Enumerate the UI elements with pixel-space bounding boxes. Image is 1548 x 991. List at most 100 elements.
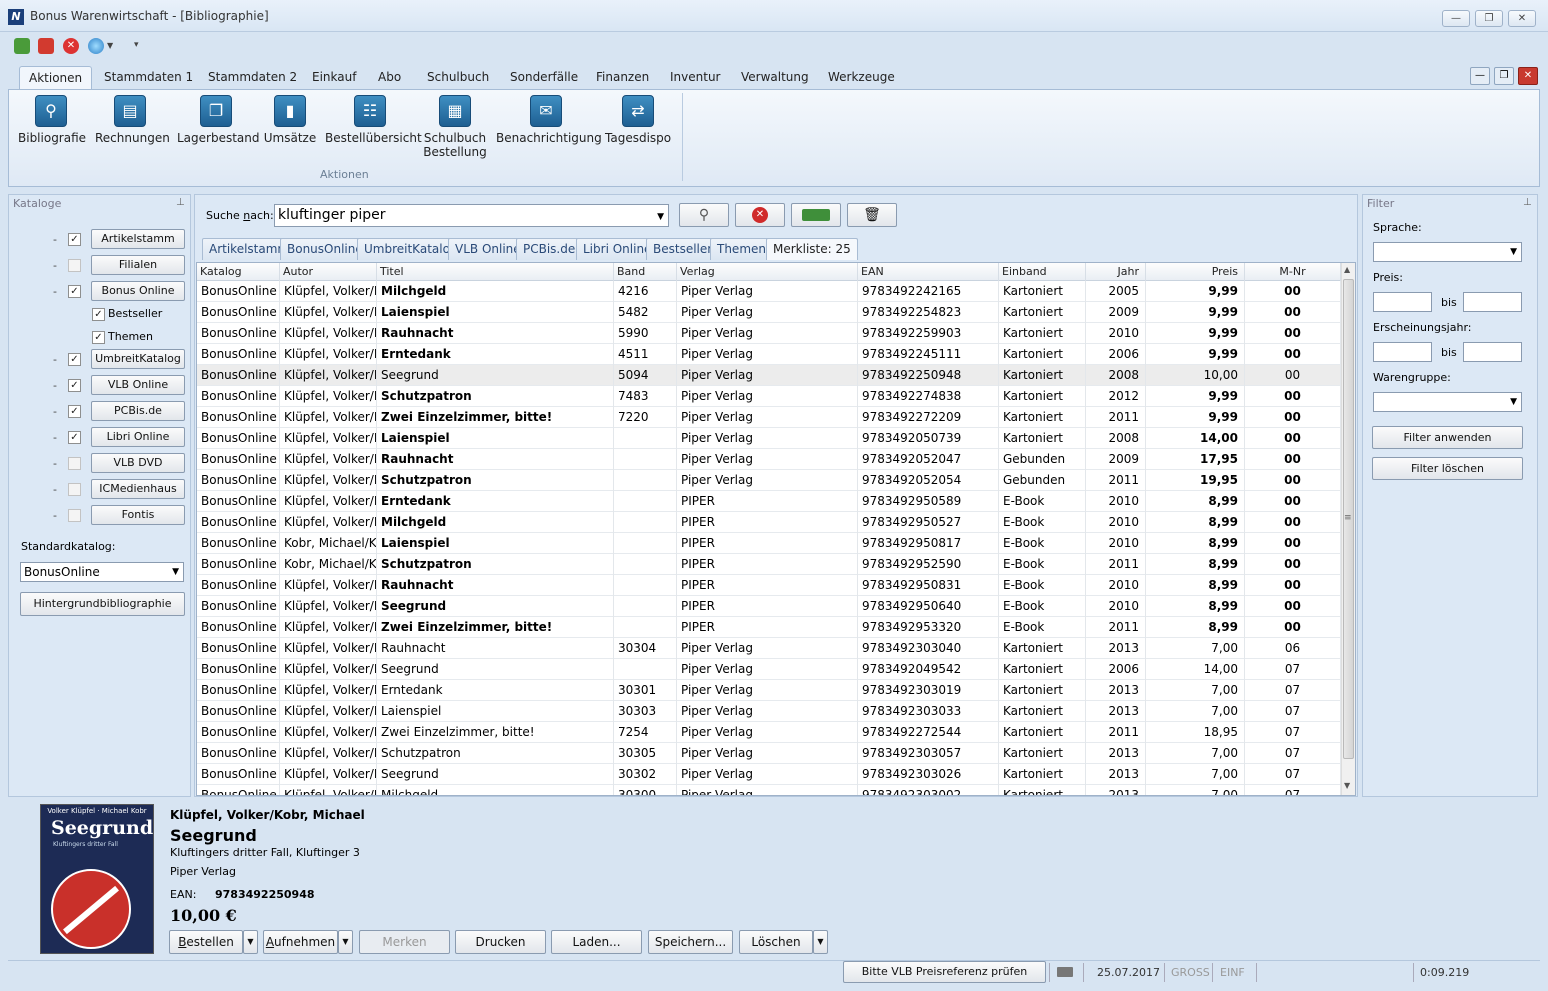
jahr-to-input[interactable] [1463, 342, 1522, 362]
laden-button[interactable]: Laden... [551, 930, 642, 954]
katalog-bonus-online-button[interactable]: Bonus Online [91, 281, 185, 301]
filter-apply-button[interactable]: Filter anwenden [1372, 426, 1523, 449]
column-header-band[interactable]: Band [614, 263, 677, 281]
table-row[interactable]: BonusOnlineKlüpfel, Volker/Kobr, Michael… [197, 407, 1341, 428]
tagesdispo-button[interactable]: ⇄ Tagesdispo [605, 95, 671, 145]
icmedienhaus-checkbox[interactable] [68, 483, 81, 496]
chevron-down-icon[interactable]: ▼ [107, 41, 113, 50]
katalog-artikelstamm-button[interactable]: Artikelstamm [91, 229, 185, 249]
katalog-umbreitkatalog-button[interactable]: UmbreitKatalog [91, 349, 185, 369]
themen-checkbox[interactable]: ✓ [92, 331, 105, 344]
results-table[interactable]: Katalog Autor Titel Band Verlag EAN Einband Jah… [196, 262, 1356, 796]
table-row[interactable]: BonusOnlineKlüpfel, Volker/Kobr, Michael… [197, 449, 1341, 470]
column-header-autor[interactable]: Autor [280, 263, 377, 281]
hintergrundbibliographie-button[interactable]: Hintergrundbibliographie [20, 592, 185, 616]
merken-button[interactable]: Merken [359, 930, 450, 954]
aufnehmen-dropdown[interactable]: ▼ [338, 930, 353, 954]
clear-search-button[interactable]: ✕ [735, 203, 785, 227]
table-row[interactable]: BonusOnlineKlüpfel, Volker/Kobr, Michael… [197, 470, 1341, 491]
preis-from-input[interactable] [1373, 292, 1432, 312]
column-header-katalog[interactable]: Katalog [197, 263, 280, 281]
bestseller-checkbox[interactable]: ✓ [92, 308, 105, 321]
column-header-m-nr[interactable]: M-Nr [1245, 263, 1341, 281]
katalog-filialen-button[interactable]: Filialen [91, 255, 185, 275]
rechnungen-button[interactable]: ▤ Rechnungen [95, 95, 170, 145]
tab-schulbuch[interactable]: Schulbuch [418, 66, 498, 90]
lagerbestand-button[interactable]: ❐ Lagerbestand [177, 95, 260, 145]
table-row[interactable]: BonusOnlineKlüpfel, Volker/Kobr, Michael… [197, 701, 1341, 722]
tab-abo[interactable]: Abo [369, 66, 410, 90]
bestelluebersicht-button[interactable]: ☷ Bestellübersicht [325, 95, 422, 145]
refresh-icon[interactable] [14, 38, 30, 54]
column-header-verlag[interactable]: Verlag [677, 263, 858, 281]
benachrichtigung-button[interactable]: ✉ Benachrichtigung [496, 95, 602, 145]
tab-sonderfaelle[interactable]: Sonderfälle [501, 66, 587, 90]
tab-bestseller[interactable]: Bestseller [646, 238, 720, 260]
column-header-jahr[interactable]: Jahr [1086, 263, 1146, 281]
tab-inventur[interactable]: Inventur [661, 66, 729, 90]
warengruppe-select[interactable]: ▼ [1373, 392, 1522, 412]
katalog-icmedienhaus-button[interactable]: ICMedienhaus [91, 479, 185, 499]
table-row[interactable]: BonusOnlineKlüpfel, Volker/Kobr, Michael… [197, 680, 1341, 701]
pin-icon[interactable]: ⊥ [176, 197, 185, 208]
transfer-button[interactable] [791, 203, 841, 227]
pcbis-de-checkbox[interactable]: ✓ [68, 405, 81, 418]
table-row[interactable]: BonusOnlineKlüpfel, Volker/Kobr, Michael… [197, 323, 1341, 344]
tab-finanzen[interactable]: Finanzen [587, 66, 658, 90]
mdi-restore-button[interactable]: ❐ [1494, 67, 1514, 85]
katalog-fontis-button[interactable]: Fontis [91, 505, 185, 525]
katalog-vlb-online-button[interactable]: VLB Online [91, 375, 185, 395]
table-row[interactable]: BonusOnlineKlüpfel, Volker/Kobr, Michael… [197, 386, 1341, 407]
tab-einkauf[interactable]: Einkauf [303, 66, 365, 90]
table-row[interactable]: BonusOnlineKlüpfel, Volker/Kobr, Michael… [197, 722, 1341, 743]
mdi-close-button[interactable]: ✕ [1518, 67, 1538, 85]
schulbuch-bestellung-button[interactable]: ▦ Schulbuch Bestellung [420, 95, 490, 159]
table-row[interactable]: BonusOnlineKlüpfel, Volker/Kobr, Michael… [197, 428, 1341, 449]
delete-button[interactable]: 🗑 [847, 203, 897, 227]
table-row[interactable]: BonusOnlineKlüpfel, Volker/Kobr, Michael… [197, 365, 1341, 386]
bibliografie-button[interactable]: ⚲ Bibliografie [18, 95, 86, 145]
mdi-minimize-button[interactable]: — [1470, 67, 1490, 85]
table-row[interactable]: BonusOnlineKlüpfel, Volker/Kobr, Michael… [197, 743, 1341, 764]
column-header-preis[interactable]: Preis [1146, 263, 1245, 281]
artikelstamm-checkbox[interactable]: ✓ [68, 233, 81, 246]
vlb-preisreferenz-button[interactable]: Bitte VLB Preisreferenz prüfen [843, 961, 1046, 983]
search-input[interactable]: kluftinger piper ▼ [274, 204, 669, 227]
table-row[interactable]: BonusOnlineKlüpfel, Volker/Kobr, Michael… [197, 596, 1341, 617]
vlb-online-checkbox[interactable]: ✓ [68, 379, 81, 392]
calendar-icon[interactable] [38, 38, 54, 54]
tab-merkliste[interactable]: Merkliste: 25 [766, 238, 858, 260]
umbreitkatalog-checkbox[interactable]: ✓ [68, 353, 81, 366]
table-row[interactable]: BonusOnlineKlüpfel, Volker/Kobr, Michael… [197, 344, 1341, 365]
sprache-select[interactable]: ▼ [1373, 242, 1522, 262]
speichern-button[interactable]: Speichern... [648, 930, 733, 954]
vertical-scrollbar[interactable]: ▲ ≡ ▼ [1341, 263, 1355, 795]
table-row[interactable]: BonusOnlineKlüpfel, Volker/Kobr, Michael… [197, 512, 1341, 533]
bestellen-button[interactable]: Bestellen [169, 930, 243, 954]
filter-clear-button[interactable]: Filter löschen [1372, 457, 1523, 480]
katalog-pcbis-de-button[interactable]: PCBis.de [91, 401, 185, 421]
scroll-down-icon[interactable]: ▼ [1344, 781, 1350, 790]
table-row[interactable]: BonusOnlineKlüpfel, Volker/Kobr, Michael… [197, 302, 1341, 323]
table-row[interactable]: BonusOnlineKlüpfel, Volker/Kobr, Michael… [197, 638, 1341, 659]
tab-werkzeuge[interactable]: Werkzeuge [819, 66, 904, 90]
table-row[interactable]: BonusOnlineKlüpfel, Volker/Kobr, Michael… [197, 659, 1341, 680]
table-row[interactable]: BonusOnlineKobr, Michael/Klüpfel, Volker… [197, 533, 1341, 554]
table-row[interactable]: BonusOnlineKlüpfel, Volker/Kobr, Michael… [197, 281, 1341, 302]
close-button[interactable]: ✕ [1508, 10, 1536, 27]
preis-to-input[interactable] [1463, 292, 1522, 312]
globe-icon[interactable] [88, 38, 104, 54]
table-row[interactable]: BonusOnlineKlüpfel, Volker/Kobr, Michael… [197, 764, 1341, 785]
umsaetze-button[interactable]: ▮ Umsätze [263, 95, 317, 145]
tab-pcbis[interactable]: PCBis.de [516, 238, 583, 260]
aufnehmen-button[interactable]: Aufnehmen [263, 930, 338, 954]
column-header-titel[interactable]: Titel [377, 263, 614, 281]
table-row[interactable]: BonusOnlineKlüpfel, Volker/Kobr, Michael… [197, 575, 1341, 596]
standardkatalog-select[interactable]: BonusOnline ▼ [20, 562, 184, 582]
column-header-ean[interactable]: EAN [858, 263, 999, 281]
drucken-button[interactable]: Drucken [455, 930, 546, 954]
scroll-up-icon[interactable]: ▲ [1344, 265, 1350, 274]
katalog-vlb-dvd-button[interactable]: VLB DVD [91, 453, 185, 473]
libri-online-checkbox[interactable]: ✓ [68, 431, 81, 444]
loeschen-dropdown[interactable]: ▼ [813, 930, 828, 954]
